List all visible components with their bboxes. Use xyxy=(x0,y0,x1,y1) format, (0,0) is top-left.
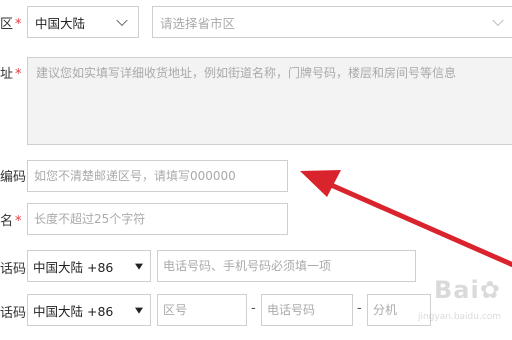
paw-icon: ✿ xyxy=(479,276,501,304)
watermark-site: jingyan.baidu.com xyxy=(418,312,502,322)
watermark-logo: Bai✿ xyxy=(434,276,501,304)
